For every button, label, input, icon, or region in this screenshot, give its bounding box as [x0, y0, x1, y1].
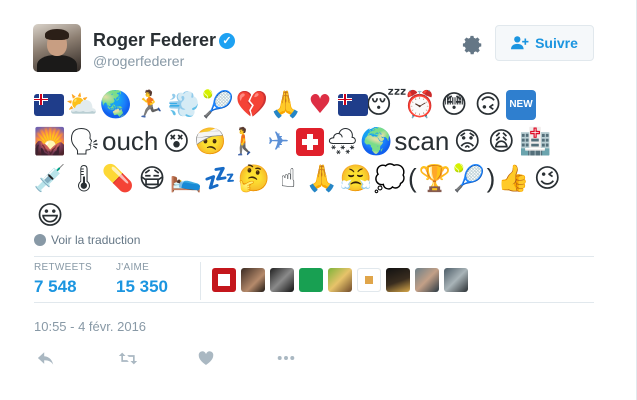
dizzy-face-icon: 😵	[162, 126, 190, 157]
tennis-ball-icon: 🎾	[201, 89, 235, 120]
winking-face-icon: 😉	[533, 163, 561, 194]
author-name[interactable]: Roger Federer	[93, 30, 216, 51]
thumbs-up-icon: 👍	[497, 163, 530, 194]
liker-avatar[interactable]	[386, 268, 410, 292]
liker-avatar[interactable]	[328, 268, 352, 292]
retweets-count: 7 548	[34, 277, 77, 296]
stats-separator	[200, 262, 201, 300]
walking-person-icon: 🚶	[228, 126, 261, 157]
broken-heart-icon: 💔	[235, 89, 269, 120]
tennis-ball-icon-2: 🎾	[452, 163, 485, 194]
likes-stat[interactable]: J'AIME 15 350	[116, 262, 168, 297]
tweet-line-1: ⛅ 🌏 🏃 💨 🎾 💔 🙏 ♥ 😴 ⏰ 😳 🙃 NEW	[34, 86, 594, 123]
liker-avatar[interactable]	[357, 268, 381, 292]
word-ouch: ouch	[102, 126, 159, 156]
person-in-bed-icon: 🛌	[169, 163, 203, 194]
weary-face-icon: 😩	[487, 126, 515, 157]
thought-balloon-icon: 💭	[373, 163, 407, 194]
syringe-icon: 💉	[33, 163, 67, 194]
verified-icon: ✓	[219, 33, 235, 49]
tweet-line-3: 💉 🌡 💊 😷 🛌 💤 🤔 ☝ 🙏 😤 💭 ( 🏆 🎾 ) 👍 😉	[34, 160, 594, 197]
tweet-timestamp[interactable]: 10:55 - 4 févr. 2016	[34, 319, 146, 334]
tweet-card: Roger Federer ✓ @rogerfederer Suivre ⛅ 🌏…	[0, 0, 637, 400]
translate-link[interactable]: Voir la traduction	[34, 233, 140, 247]
medical-mask-face-icon: 😷	[138, 163, 166, 194]
globe-icon	[34, 234, 46, 246]
author-handle[interactable]: @rogerfederer	[93, 53, 184, 69]
liker-avatar[interactable]	[212, 268, 236, 292]
worried-face-icon: 😟	[453, 126, 481, 157]
liker-avatar[interactable]	[415, 268, 439, 292]
reply-icon[interactable]	[36, 348, 56, 368]
open-paren: (	[408, 163, 417, 193]
sun-behind-cloud-icon: ⛅	[65, 89, 99, 120]
pill-icon: 💊	[101, 163, 135, 194]
thinking-face-icon: 🤔	[237, 163, 271, 194]
divider-bottom	[34, 302, 594, 303]
heart-icon: ♥	[308, 89, 332, 120]
flushed-face-icon: 😳	[440, 89, 468, 120]
trophy-icon: 🏆	[418, 163, 451, 194]
more-icon[interactable]	[276, 348, 296, 368]
australia-flag-icon-2	[338, 93, 368, 116]
globe-asia-icon: 🌏	[99, 89, 133, 120]
persevering-face-icon: 😤	[339, 163, 373, 194]
folded-hands-icon: 🙏	[269, 89, 303, 120]
tweet-line-2: 🌄 🗣 ouch 😵 🤕 🚶 ✈ 🌨 🌍 scan 😟 😩 🏥	[34, 123, 594, 160]
liker-avatar[interactable]	[299, 268, 323, 292]
zzz-icon: 💤	[203, 163, 237, 194]
tweet-actions	[34, 348, 296, 368]
tweet-line-4: 😃	[34, 197, 594, 234]
runner-icon: 🏃	[133, 89, 167, 120]
airplane-icon: ✈	[267, 126, 290, 157]
index-pointing-up-icon: ☝	[280, 163, 296, 194]
upside-down-face-icon: 🙃	[474, 89, 502, 120]
bandaged-face-icon: 🤕	[194, 126, 227, 157]
new-button-icon: NEW	[506, 89, 536, 120]
like-icon[interactable]	[196, 348, 216, 368]
divider-top	[34, 256, 594, 257]
retweet-icon[interactable]	[118, 348, 138, 368]
liker-avatar[interactable]	[270, 268, 294, 292]
follow-button-label: Suivre	[535, 35, 578, 51]
likes-count: 15 350	[116, 277, 168, 296]
australia-flag-icon	[34, 93, 64, 116]
globe-europe-icon: 🌍	[360, 126, 393, 157]
liker-avatars	[212, 268, 468, 292]
sunrise-mountains-icon: 🌄	[33, 126, 67, 157]
switzerland-flag-icon	[296, 127, 325, 156]
retweets-stat[interactable]: RETWEETS 7 548	[34, 262, 92, 297]
close-paren: )	[486, 163, 496, 193]
speaking-head-icon: 🗣	[67, 126, 101, 157]
folded-hands-icon-2: 🙏	[305, 163, 339, 194]
follow-button[interactable]: Suivre	[495, 25, 594, 61]
liker-avatar[interactable]	[444, 268, 468, 292]
retweets-label: RETWEETS	[34, 262, 92, 273]
snow-cloud-icon: 🌨	[325, 126, 359, 157]
gear-icon[interactable]	[462, 34, 484, 56]
add-user-icon	[511, 36, 529, 50]
liker-avatar[interactable]	[241, 268, 265, 292]
hospital-icon: 🏥	[519, 126, 552, 157]
grinning-face-icon: 😃	[36, 200, 64, 231]
word-scan: scan	[394, 126, 450, 156]
thermometer-icon: 🌡	[67, 163, 101, 194]
translate-label: Voir la traduction	[51, 233, 141, 247]
tweet-text: ⛅ 🌏 🏃 💨 🎾 💔 🙏 ♥ 😴 ⏰ 😳 🙃 NEW 🌄 🗣 ouch 😵 🤕…	[34, 86, 594, 234]
sleeping-face-icon: 😴	[365, 89, 407, 120]
likes-label: J'AIME	[116, 262, 150, 273]
dash-icon: 💨	[167, 89, 201, 120]
engagement-stats: RETWEETS 7 548 J'AIME 15 350	[34, 262, 594, 302]
author-avatar[interactable]	[33, 24, 81, 72]
alarm-clock-icon: ⏰	[403, 89, 437, 120]
